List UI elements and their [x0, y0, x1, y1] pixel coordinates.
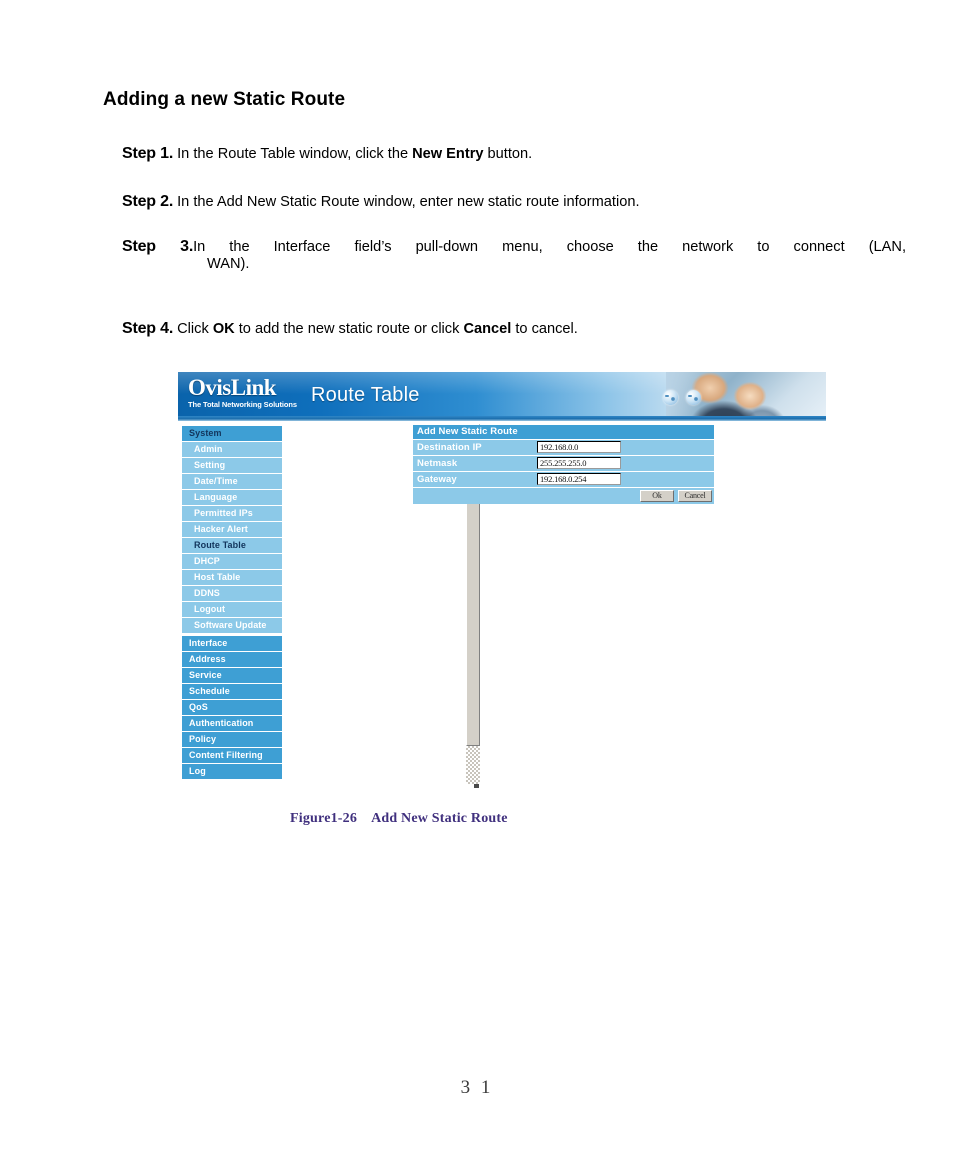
ovislink-logo: OvisLink The Total Networking Solutions — [188, 375, 306, 410]
step-3-line-1: Step 3.In the Interface field’s pull-dow… — [122, 238, 906, 256]
netmask-label: Netmask — [413, 456, 533, 471]
sidebar-item-host-table[interactable]: Host Table — [182, 570, 282, 585]
step-1-label: Step 1. — [122, 145, 174, 162]
sidebar-item-service[interactable]: Service — [182, 668, 282, 683]
router-body: System Admin Setting Date/Time Language … — [178, 421, 826, 790]
step-2-text: In the Add New Static Route window, ente… — [177, 194, 640, 210]
netmask-cell: 255.255.255.0 — [533, 456, 714, 471]
gateway-label: Gateway — [413, 472, 533, 487]
step-4-text: Click OK to add the new static route or … — [177, 321, 578, 337]
panel-button-row: Ok Cancel — [413, 488, 714, 504]
page-number: 3 1 — [460, 1077, 494, 1098]
sidebar-item-interface[interactable]: Interface — [182, 636, 282, 651]
step-1-text-bold: New Entry — [412, 146, 484, 162]
add-new-static-route-panel: Add New Static Route Destination IP 192.… — [413, 425, 714, 504]
step-4-text-part-a: Click — [177, 321, 213, 337]
sidebar-item-ddns[interactable]: DDNS — [182, 586, 282, 601]
sidebar-item-authentication[interactable]: Authentication — [182, 716, 282, 731]
header-icon-group — [663, 390, 701, 405]
sidebar-group-system[interactable]: System — [182, 426, 282, 441]
step-1-text-part-a: In the Route Table window, click the — [177, 146, 413, 162]
sidebar-item-logout[interactable]: Logout — [182, 602, 282, 617]
scrollbar-track[interactable] — [466, 746, 480, 784]
logo-tagline: The Total Networking Solutions — [188, 400, 297, 409]
figure-number: Figure1-26 — [290, 811, 358, 826]
figure-caption: Figure1-26 Add New Static Route — [290, 811, 508, 827]
page-title: Adding a new Static Route — [103, 89, 346, 110]
logo-wordmark: OvisLink — [188, 375, 277, 400]
destination-ip-input[interactable]: 192.168.0.0 — [537, 441, 621, 453]
destination-ip-label: Destination IP — [413, 440, 533, 455]
sidebar-item-hacker-alert[interactable]: Hacker Alert — [182, 522, 282, 537]
step-4-label: Step 4. — [122, 320, 174, 337]
step-4-text-part-b: to add the new static route or click — [234, 321, 464, 337]
step-4-text-part-c: to cancel. — [511, 321, 578, 337]
router-ui-screenshot: OvisLink The Total Networking Solutions … — [178, 372, 826, 790]
panel-title: Add New Static Route — [413, 425, 714, 439]
sidebar-item-address[interactable]: Address — [182, 652, 282, 667]
sidebar-item-log[interactable]: Log — [182, 764, 282, 779]
scrollbar-foot — [474, 784, 479, 788]
field-row-gateway: Gateway 192.168.0.254 — [413, 472, 714, 487]
sidebar-item-content-filtering[interactable]: Content Filtering — [182, 748, 282, 763]
step-3: Step 3.In the Interface field’s pull-dow… — [122, 238, 906, 272]
sidebar-item-qos[interactable]: QoS — [182, 700, 282, 715]
step-2-label: Step 2. — [122, 193, 174, 210]
step-3-text-line-1: In the Interface field’s pull-down menu,… — [193, 239, 907, 255]
sidebar-item-permitted-ips[interactable]: Permitted IPs — [182, 506, 282, 521]
sidebar-item-route-table[interactable]: Route Table — [182, 538, 282, 553]
gateway-input[interactable]: 192.168.0.254 — [537, 473, 621, 485]
ok-button[interactable]: Ok — [640, 490, 674, 502]
router-page-heading: Route Table — [311, 384, 420, 406]
step-3-label: Step 3. — [122, 238, 194, 255]
sidebar-item-dhcp[interactable]: DHCP — [182, 554, 282, 569]
step-1: Step 1. In the Route Table window, click… — [122, 142, 906, 166]
sidebar-item-admin[interactable]: Admin — [182, 442, 282, 457]
globe-icon — [663, 390, 678, 405]
sidebar-item-setting[interactable]: Setting — [182, 458, 282, 473]
step-4-ok-bold: OK — [212, 321, 235, 337]
sidebar-item-policy[interactable]: Policy — [182, 732, 282, 747]
step-1-text: In the Route Table window, click the New… — [177, 146, 532, 162]
step-1-text-part-b: button. — [483, 146, 533, 162]
router-sidebar: System Admin Setting Date/Time Language … — [182, 426, 282, 780]
sidebar-item-software-update[interactable]: Software Update — [182, 618, 282, 633]
step-4-cancel-bold: Cancel — [463, 321, 512, 337]
cancel-button[interactable]: Cancel — [678, 490, 712, 502]
field-row-netmask: Netmask 255.255.255.0 — [413, 456, 714, 471]
figure-title: Add New Static Route — [371, 811, 508, 826]
netmask-input[interactable]: 255.255.255.0 — [537, 457, 621, 469]
gateway-cell: 192.168.0.254 — [533, 472, 714, 487]
sidebar-item-language[interactable]: Language — [182, 490, 282, 505]
destination-ip-cell: 192.168.0.0 — [533, 440, 714, 455]
step-2: Step 2. In the Add New Static Route wind… — [122, 190, 906, 214]
globe-icon — [686, 390, 701, 405]
sidebar-item-date-time[interactable]: Date/Time — [182, 474, 282, 489]
step-4: Step 4. Click OK to add the new static r… — [122, 317, 906, 341]
step-3-text-line-2: WAN). — [207, 256, 250, 272]
field-row-destination-ip: Destination IP 192.168.0.0 — [413, 440, 714, 455]
router-header: OvisLink The Total Networking Solutions … — [178, 372, 826, 421]
sidebar-item-schedule[interactable]: Schedule — [182, 684, 282, 699]
